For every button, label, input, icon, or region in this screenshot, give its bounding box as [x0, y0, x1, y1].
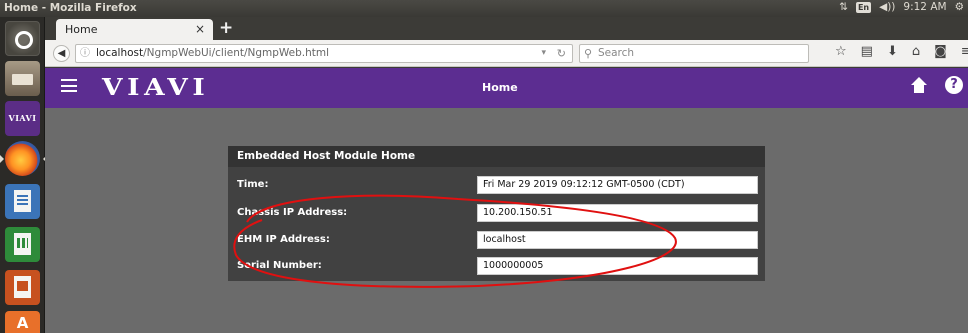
libreoffice-calc-icon[interactable] [5, 227, 40, 262]
time-row: Time: Fri Mar 29 2019 09:12:12 GMT-0500 … [228, 175, 765, 195]
serial-number-label: Serial Number: [237, 260, 322, 271]
app-header: VIAVI Home ? [45, 68, 968, 108]
clock[interactable]: 9:12 AM [903, 1, 946, 13]
viavi-launcher-icon[interactable]: VIAVI [5, 101, 40, 136]
browser-tab-bar: Home × + [45, 17, 968, 40]
new-tab-icon[interactable]: + [219, 18, 233, 38]
url-dropdown-icon[interactable]: ▾ [541, 45, 546, 62]
time-field: Fri Mar 29 2019 09:12:12 GMT-0500 (CDT) [477, 176, 758, 194]
hamburger-menu-icon[interactable] [61, 79, 77, 92]
keyboard-language-indicator[interactable]: En [855, 1, 872, 13]
back-arrow-icon[interactable]: ◀ [53, 45, 70, 62]
chassis-ip-field: 10.200.150.51 [477, 204, 758, 222]
tab-home[interactable]: Home × [56, 19, 213, 40]
chassis-ip-label: Chassis IP Address: [237, 207, 348, 218]
libreoffice-impress-icon[interactable] [5, 270, 40, 305]
pocket-icon[interactable]: ◙ [934, 44, 947, 59]
url-bar[interactable]: ⓘ localhost/NgmpWebUi/client/NgmpWeb.htm… [75, 44, 573, 63]
bookmark-star-icon[interactable]: ☆ [835, 44, 847, 59]
ubuntu-launcher: VIAVI A [0, 17, 47, 333]
search-input[interactable]: ⚲ Search [579, 44, 809, 63]
dash-home-icon[interactable] [5, 21, 40, 56]
menu-icon[interactable]: ≡ [961, 44, 968, 59]
home-icon[interactable]: ⌂ [912, 44, 920, 59]
tab-title: Home [65, 23, 98, 36]
panel-title: Embedded Host Module Home [228, 146, 765, 167]
software-center-icon[interactable]: A [5, 311, 40, 333]
url-text[interactable]: localhost/NgmpWebUi/client/NgmpWeb.html [96, 45, 329, 62]
help-icon[interactable]: ? [945, 76, 963, 94]
bookmarks-library-icon[interactable]: ▤ [861, 44, 873, 59]
page-content: VIAVI Home ? Embedded Host Module Home T… [45, 68, 968, 333]
window-title: Home - Mozilla Firefox [4, 2, 137, 14]
ubuntu-top-panel: Home - Mozilla Firefox ⇅ En ◀)) 9:12 AM … [0, 0, 968, 17]
serial-number-row: Serial Number: 1000000005 [228, 256, 765, 276]
desktop: Home - Mozilla Firefox ⇅ En ◀)) 9:12 AM … [0, 0, 968, 333]
time-label: Time: [237, 179, 269, 190]
firefox-icon[interactable] [0, 141, 47, 176]
url-path: /NgmpWebUi/client/NgmpWeb.html [143, 47, 330, 59]
home-icon[interactable] [910, 77, 928, 93]
ehm-home-panel: Embedded Host Module Home Time: Fri Mar … [228, 146, 765, 281]
ehm-ip-row: EHM IP Address: localhost [228, 230, 765, 250]
system-tray: ⇅ En ◀)) 9:12 AM ⚙ [839, 1, 964, 13]
libreoffice-writer-icon[interactable] [5, 184, 40, 219]
viavi-logo: VIAVI [102, 74, 210, 101]
files-icon[interactable] [5, 61, 40, 96]
network-icon[interactable]: ⇅ [839, 1, 848, 13]
reload-icon[interactable]: ↻ [557, 45, 566, 62]
site-info-icon[interactable]: ⓘ [80, 45, 90, 62]
ehm-ip-label: EHM IP Address: [237, 234, 330, 245]
serial-number-field: 1000000005 [477, 257, 758, 275]
page-title: Home [482, 81, 518, 94]
browser-nav-bar: ◀ ⓘ localhost/NgmpWebUi/client/NgmpWeb.h… [45, 40, 968, 67]
volume-icon[interactable]: ◀)) [879, 1, 895, 13]
search-icon: ⚲ [584, 47, 593, 60]
close-tab-icon[interactable]: × [195, 22, 205, 36]
ehm-ip-field: localhost [477, 231, 758, 249]
search-placeholder: Search [598, 47, 635, 59]
browser-toolbar-icons: ☆ ▤ ⬇ ⌂ ◙ ≡ [835, 44, 968, 59]
downloads-icon[interactable]: ⬇ [887, 44, 898, 59]
settings-gear-icon[interactable]: ⚙ [955, 1, 964, 13]
chassis-ip-row: Chassis IP Address: 10.200.150.51 [228, 203, 765, 223]
url-host: localhost [96, 47, 144, 59]
